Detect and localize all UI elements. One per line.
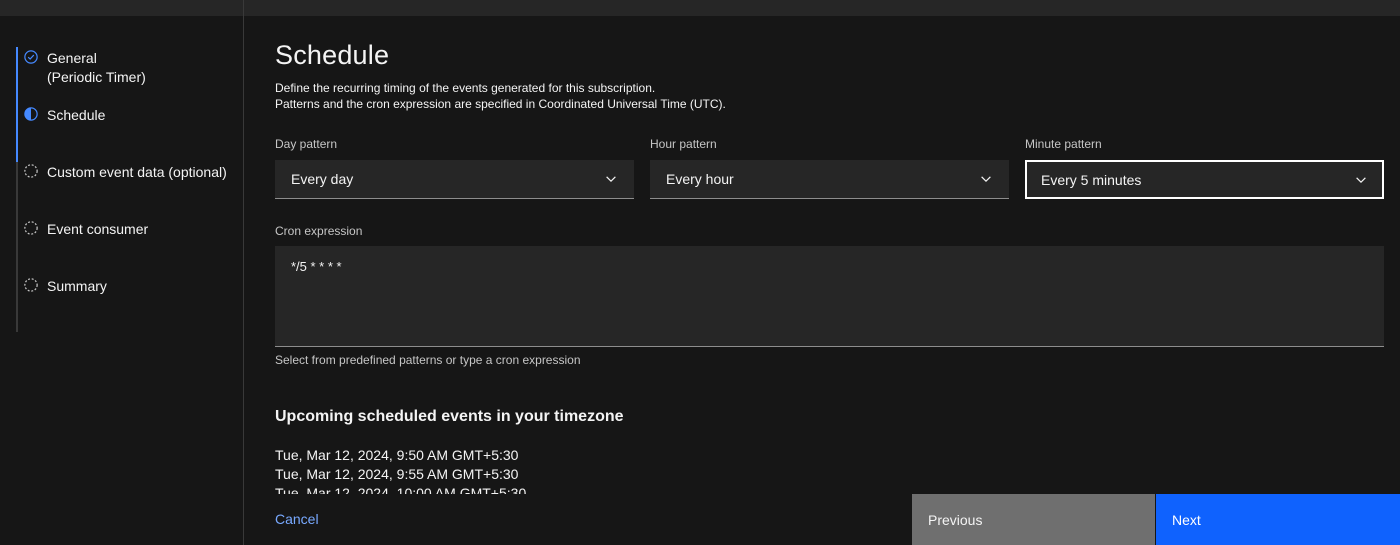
minute-pattern-label: Minute pattern xyxy=(1025,137,1102,151)
step-custom-event-data[interactable]: Custom event data (optional) xyxy=(24,163,227,182)
chevron-down-icon xyxy=(606,176,616,183)
next-button[interactable]: Next xyxy=(1156,494,1400,545)
step-general[interactable]: General (Periodic Timer) xyxy=(24,49,146,87)
top-bar-divider xyxy=(243,0,244,16)
half-circle-icon xyxy=(24,107,38,121)
day-pattern-select[interactable]: Every day xyxy=(275,160,634,199)
checkmark-circle-icon xyxy=(24,50,38,64)
chevron-down-icon xyxy=(1356,176,1366,183)
description-line-1: Define the recurring timing of the event… xyxy=(275,81,656,95)
page-title: Schedule xyxy=(275,40,390,70)
step-event-consumer-label: Event consumer xyxy=(47,221,149,237)
cancel-button[interactable]: Cancel xyxy=(275,511,319,527)
dashed-circle-icon xyxy=(24,164,38,178)
step-general-label: General xyxy=(47,50,97,66)
step-label: General (Periodic Timer) xyxy=(47,49,146,87)
progress-track-active xyxy=(16,47,18,162)
minute-pattern-select[interactable]: Every 5 minutes xyxy=(1025,160,1384,199)
list-item: Tue, Mar 12, 2024, 10:00 AM GMT+5:30 xyxy=(275,485,527,494)
cron-expression-input[interactable]: */5 * * * * xyxy=(275,246,1384,347)
cron-expression-label: Cron expression xyxy=(275,224,363,238)
hour-pattern-value: Every hour xyxy=(666,171,734,187)
description-line-2: Patterns and the cron expression are spe… xyxy=(275,97,726,111)
step-general-sublabel: (Periodic Timer) xyxy=(47,69,146,85)
previous-button[interactable]: Previous xyxy=(912,494,1155,545)
page-description: Define the recurring timing of the event… xyxy=(275,80,726,112)
hour-pattern-select[interactable]: Every hour xyxy=(650,160,1009,199)
step-event-consumer[interactable]: Event consumer xyxy=(24,220,148,239)
step-schedule-label: Schedule xyxy=(47,107,106,123)
hour-pattern-label: Hour pattern xyxy=(650,137,717,151)
top-bar xyxy=(0,0,1400,16)
day-pattern-value: Every day xyxy=(291,171,354,187)
dashed-circle-icon xyxy=(24,221,38,235)
step-summary[interactable]: Summary xyxy=(24,277,107,296)
day-pattern-label: Day pattern xyxy=(275,137,338,151)
schedule-panel: Schedule Define the recurring timing of … xyxy=(244,16,1400,494)
chevron-down-icon xyxy=(981,176,991,183)
list-item: Tue, Mar 12, 2024, 9:55 AM GMT+5:30 xyxy=(275,466,519,482)
cron-helper-text: Select from predefined patterns or type … xyxy=(275,353,581,367)
dashed-circle-icon xyxy=(24,278,38,292)
progress-sidebar: General (Periodic Timer) Schedule Custom… xyxy=(0,16,244,545)
step-custom-event-data-label: Custom event data (optional) xyxy=(47,164,227,180)
list-item: Tue, Mar 12, 2024, 9:50 AM GMT+5:30 xyxy=(275,447,519,463)
upcoming-events-title: Upcoming scheduled events in your timezo… xyxy=(275,408,624,425)
step-schedule[interactable]: Schedule xyxy=(24,106,105,125)
action-footer: Cancel Previous Next xyxy=(244,494,1400,545)
upcoming-events-list: Tue, Mar 12, 2024, 9:50 AM GMT+5:30 Tue,… xyxy=(275,446,526,494)
step-summary-label: Summary xyxy=(47,278,107,294)
minute-pattern-value: Every 5 minutes xyxy=(1041,171,1142,188)
